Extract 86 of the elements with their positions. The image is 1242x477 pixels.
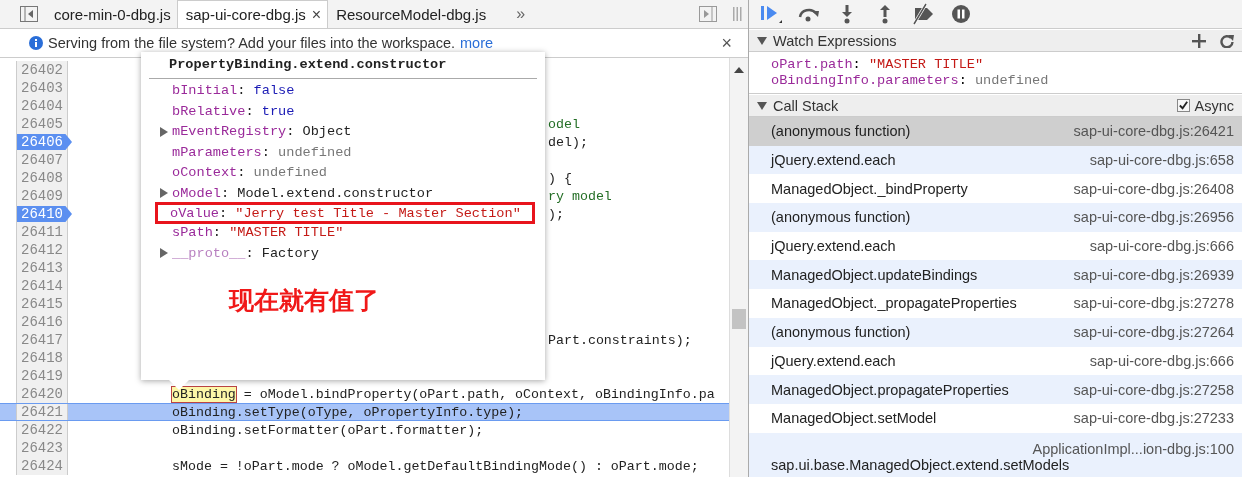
line-number: 26405 (20, 116, 64, 132)
property-entry: oModel: Model.extend.constructor (172, 185, 434, 201)
drag-handle-icon[interactable] (733, 6, 742, 22)
deactivate-breakpoints-icon[interactable] (911, 3, 935, 25)
property-entry: mParameters: undefined (172, 144, 352, 160)
call-frame[interactable]: ApplicationImpl...ion-dbg.js:100 sap.ui.base.ManagedObject.extend.setModels (749, 432, 1242, 477)
line-number: 26417 (20, 332, 64, 348)
file-tab[interactable]: ResourceModel-dbg.js (328, 0, 493, 28)
watch-expression: oBindingInfo.parameters: undefined (771, 73, 1050, 89)
line-number: 26420 (20, 386, 64, 402)
add-icon[interactable] (1192, 33, 1206, 48)
call-frame[interactable]: jQuery.extend.each sap-ui-core-dbg.js:658 (749, 145, 1242, 175)
close-tab-button[interactable]: × (311, 5, 322, 24)
code-text: odel (548, 116, 580, 132)
code-text: del); (548, 134, 588, 150)
line-number: 26415 (20, 296, 64, 312)
highlighted-token: oBinding (172, 386, 236, 402)
property-entry: sPath: "MASTER TITLE" (172, 225, 344, 241)
resume-icon[interactable] (759, 3, 783, 25)
info-icon (29, 36, 43, 50)
expand-icon[interactable] (160, 126, 168, 137)
call-frame[interactable]: jQuery.extend.each sap-ui-core-dbg.js:666 (749, 346, 1242, 376)
call-frame[interactable]: ManagedObject.propagateProperties sap-ui-core-dbg.js:27258 (749, 375, 1242, 404)
scrollbar[interactable] (729, 58, 748, 477)
info-message: Serving from the file system? Add your files into the workspace. (48, 35, 455, 51)
line-number: 26411 (20, 224, 64, 240)
section-title: Watch Expressions (773, 32, 897, 49)
code-text: ) { (548, 170, 572, 186)
file-tab[interactable]: core-min-0-dbg.js (46, 0, 177, 28)
more-link[interactable]: more (460, 35, 494, 51)
navigator-toggle-icon[interactable] (20, 6, 38, 22)
property-entry: bRelative: true (172, 103, 295, 119)
code-text: sMode = !oPart.mode ? oModel.getDefaultBindingMode() : oPart.mode; (172, 458, 699, 474)
line-number: 26424 (20, 458, 64, 474)
code-text: Part.constraints); (548, 332, 692, 348)
call-frame[interactable]: ManagedObject._propagateProperties sap-ui-core-dbg.js:27278 (749, 289, 1242, 318)
line-number: 26421 (20, 404, 64, 420)
file-tab[interactable]: sap-ui-core-dbg.js × (176, 0, 329, 28)
scroll-up-icon[interactable] (734, 67, 744, 73)
line-number: 26403 (20, 80, 64, 96)
sidebar-toggle-icon[interactable] (699, 6, 717, 22)
code-text: = oModel.bindProperty(oPart.path, oContext, oBindingInfo.pa (242, 386, 715, 402)
code-text: ry model (548, 188, 612, 204)
property-entry: oValue: "Jerry test Title - Master Section" (170, 205, 521, 221)
expand-icon[interactable] (160, 248, 168, 259)
close-button[interactable]: × (721, 32, 732, 54)
line-number: 26404 (20, 98, 64, 114)
line-number: 26409 (20, 188, 64, 204)
annotation-text: 现在就有值了 (229, 285, 379, 317)
property-entry: __proto__: Factory (172, 245, 319, 261)
line-number: 26402 (20, 62, 64, 78)
property-entry: bInitial: false (172, 83, 295, 99)
line-number: 26412 (20, 242, 64, 258)
popover-title: PropertyBinding.extend.constructor (168, 56, 448, 74)
watch-expression: oPart.path: "MASTER TITLE" (771, 57, 985, 73)
checkbox[interactable] (1176, 99, 1190, 112)
code-text: oBinding.setType(oType, oPropertyInfo.type); (172, 404, 524, 420)
scroll-thumb[interactable] (732, 309, 746, 329)
line-number: 26413 (20, 260, 64, 276)
call-frame[interactable]: ManagedObject._bindProperty sap-ui-core-dbg.js:26408 (749, 174, 1242, 204)
line-number: 26416 (20, 314, 64, 330)
property-entry: mEventRegistry: Object (172, 124, 352, 140)
checkbox-label: Async (1194, 97, 1234, 114)
section-header[interactable]: Watch Expressions (749, 29, 1242, 52)
section-title: Call Stack (773, 97, 839, 114)
line-number: 26408 (20, 170, 64, 186)
line-number: 26414 (20, 278, 64, 294)
call-frame[interactable]: jQuery.extend.each sap-ui-core-dbg.js:666 (749, 231, 1242, 261)
line-number: 26423 (20, 440, 64, 456)
more-tabs-button[interactable]: » (516, 5, 526, 23)
section-header[interactable]: Call Stack Async (749, 94, 1242, 117)
call-frame[interactable]: ManagedObject.setModel sap-ui-core-dbg.js:27233 (749, 403, 1242, 433)
call-frame[interactable]: ManagedObject.updateBindings sap-ui-core-dbg.js:26939 (749, 260, 1242, 290)
pause-icon[interactable] (949, 3, 973, 25)
expand-icon[interactable] (160, 188, 168, 199)
call-frame[interactable]: (anonymous function) sap-ui-core-dbg.js:26956 (749, 203, 1242, 232)
line-number: 26407 (20, 152, 64, 168)
code-text: oBinding.setFormatter(oPart.formatter); (172, 422, 484, 438)
call-frame[interactable]: (anonymous function) sap-ui-core-dbg.js:27264 (749, 317, 1242, 347)
line-number: 26419 (20, 368, 64, 384)
line-number: 26418 (20, 350, 64, 366)
line-number: 26422 (20, 422, 64, 438)
refresh-icon[interactable] (1220, 33, 1234, 48)
call-frame[interactable]: (anonymous function) sap-ui-core-dbg.js:26421 (749, 117, 1242, 146)
property-entry: oContext: undefined (172, 165, 327, 181)
code-text: ); (548, 206, 564, 222)
